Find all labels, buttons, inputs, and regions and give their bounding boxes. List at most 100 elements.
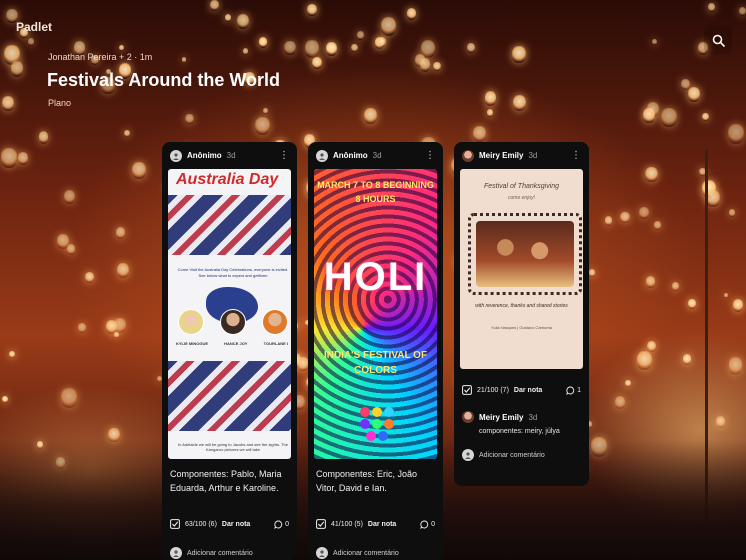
lantern — [364, 108, 377, 125]
post-header: Anônimo 3d ⋮ — [162, 142, 297, 169]
lantern — [728, 357, 743, 375]
lantern — [242, 47, 249, 55]
flag-stripe — [168, 195, 291, 255]
post-time: 3d — [528, 151, 538, 160]
lantern — [729, 209, 736, 217]
lantern — [620, 211, 630, 224]
portrait — [262, 309, 288, 335]
post-time: 3d — [226, 151, 236, 160]
avatar — [462, 149, 474, 162]
lantern — [661, 107, 677, 128]
lantern — [589, 269, 596, 277]
rate-button[interactable]: Dar nota — [514, 387, 542, 394]
add-comment-label: Adicionar comentário — [187, 549, 253, 557]
lantern — [284, 40, 296, 56]
lantern — [377, 36, 386, 47]
lantern — [357, 31, 365, 40]
user-icon — [319, 550, 325, 557]
lantern — [2, 95, 15, 111]
lantern — [702, 112, 709, 122]
rating-value: 63/100 (6) — [185, 520, 217, 528]
post-stats: 63/100 (6) Dar nota 0 — [162, 519, 297, 529]
rate-button[interactable]: Dar nota — [222, 521, 250, 528]
comment: Meiry Emily 3d componentes: meiry, júlya — [454, 411, 589, 435]
checkbox-icon[interactable] — [170, 519, 180, 529]
post-image-holi[interactable]: MARCH 7 TO 8 BEGINNING 8 HOURS HOLI INDI… — [314, 169, 437, 459]
app-logo[interactable]: Padlet — [16, 20, 52, 34]
post-image-thanksgiving[interactable]: Festival of Thanksgiving come enjoy! wit… — [460, 169, 583, 369]
lantern — [646, 101, 659, 117]
rate-button[interactable]: Dar nota — [368, 521, 396, 528]
lantern — [85, 272, 95, 284]
comment-icon — [274, 520, 283, 529]
avatar — [316, 547, 328, 559]
board-meta: Jonathan Pereira + 2 · 1m — [48, 52, 153, 62]
post-card-holi[interactable]: Anônimo 3d ⋮ MARCH 7 TO 8 BEGINNING 8 HO… — [308, 142, 443, 560]
post-image-australia-day[interactable]: Australia Day Come Visit the Australia D… — [168, 169, 291, 459]
lantern — [732, 298, 744, 312]
lantern — [639, 207, 649, 220]
add-comment[interactable]: Adicionar comentário — [162, 547, 297, 559]
lantern — [707, 3, 715, 13]
lantern — [350, 43, 358, 53]
lantern — [17, 152, 29, 166]
lantern — [77, 323, 86, 334]
comment-icon — [566, 386, 575, 395]
avatar — [170, 149, 182, 162]
checkbox-icon[interactable] — [316, 519, 326, 529]
lantern — [651, 38, 657, 46]
lantern — [210, 0, 219, 11]
comment-text: componentes: meiry, júlya — [479, 428, 560, 435]
kebab-icon[interactable]: ⋮ — [279, 150, 289, 161]
lantern — [420, 39, 436, 59]
avatar — [462, 449, 474, 461]
comment-time: 3d — [528, 412, 538, 422]
comment-count[interactable]: 1 — [566, 386, 581, 395]
lantern — [263, 108, 268, 115]
post-header: Meiry Emily 3d ⋮ — [454, 142, 589, 169]
poster-blurb: Come Visit the Australia Day Celebration… — [177, 267, 289, 278]
search-button[interactable] — [704, 26, 732, 54]
kebab-icon[interactable]: ⋮ — [425, 150, 435, 161]
lantern — [63, 189, 76, 204]
poster-title: HOLI — [323, 255, 428, 299]
dinner-photo — [476, 221, 574, 287]
lantern — [181, 57, 186, 63]
board-title: Festivals Around the World — [47, 70, 281, 90]
checkbox-icon[interactable] — [462, 385, 472, 395]
poster-title: Australia Day — [176, 171, 279, 188]
lantern — [311, 56, 323, 70]
lantern — [115, 226, 126, 239]
color-dots — [360, 407, 394, 441]
lantern — [466, 43, 475, 54]
lantern — [484, 91, 497, 106]
add-comment[interactable]: Adicionar comentário — [308, 547, 443, 559]
rating-value: 41/100 (5) — [331, 520, 363, 528]
lantern — [61, 388, 78, 408]
user-icon — [465, 452, 471, 459]
lantern — [259, 37, 268, 48]
user-icon — [173, 152, 179, 160]
board-subtitle: Plano — [48, 98, 72, 108]
lantern — [2, 395, 9, 404]
user-icon — [173, 550, 179, 557]
portrait — [220, 309, 246, 335]
lantern — [114, 332, 119, 338]
lantern — [472, 125, 486, 142]
post-stats: 21/100 (7) Dar nota 1 — [454, 385, 589, 395]
post-card-thanksgiving[interactable]: Meiry Emily 3d ⋮ Festival of Thanksgivin… — [454, 142, 589, 486]
kebab-icon[interactable]: ⋮ — [571, 150, 581, 161]
lantern — [636, 351, 652, 371]
add-comment-label: Adicionar comentário — [479, 451, 545, 459]
lantern — [224, 13, 232, 22]
comment-count[interactable]: 0 — [274, 520, 289, 529]
lantern — [116, 263, 129, 279]
lantern — [645, 166, 658, 183]
post-card-australia[interactable]: Anônimo 3d ⋮ Australia Day Come Visit th… — [162, 142, 297, 560]
comment-count[interactable]: 0 — [420, 520, 435, 529]
lantern — [625, 379, 631, 387]
post-author: Anônimo — [187, 151, 222, 160]
lantern — [406, 7, 416, 20]
lantern — [380, 16, 397, 36]
add-comment[interactable]: Adicionar comentário — [454, 449, 589, 461]
